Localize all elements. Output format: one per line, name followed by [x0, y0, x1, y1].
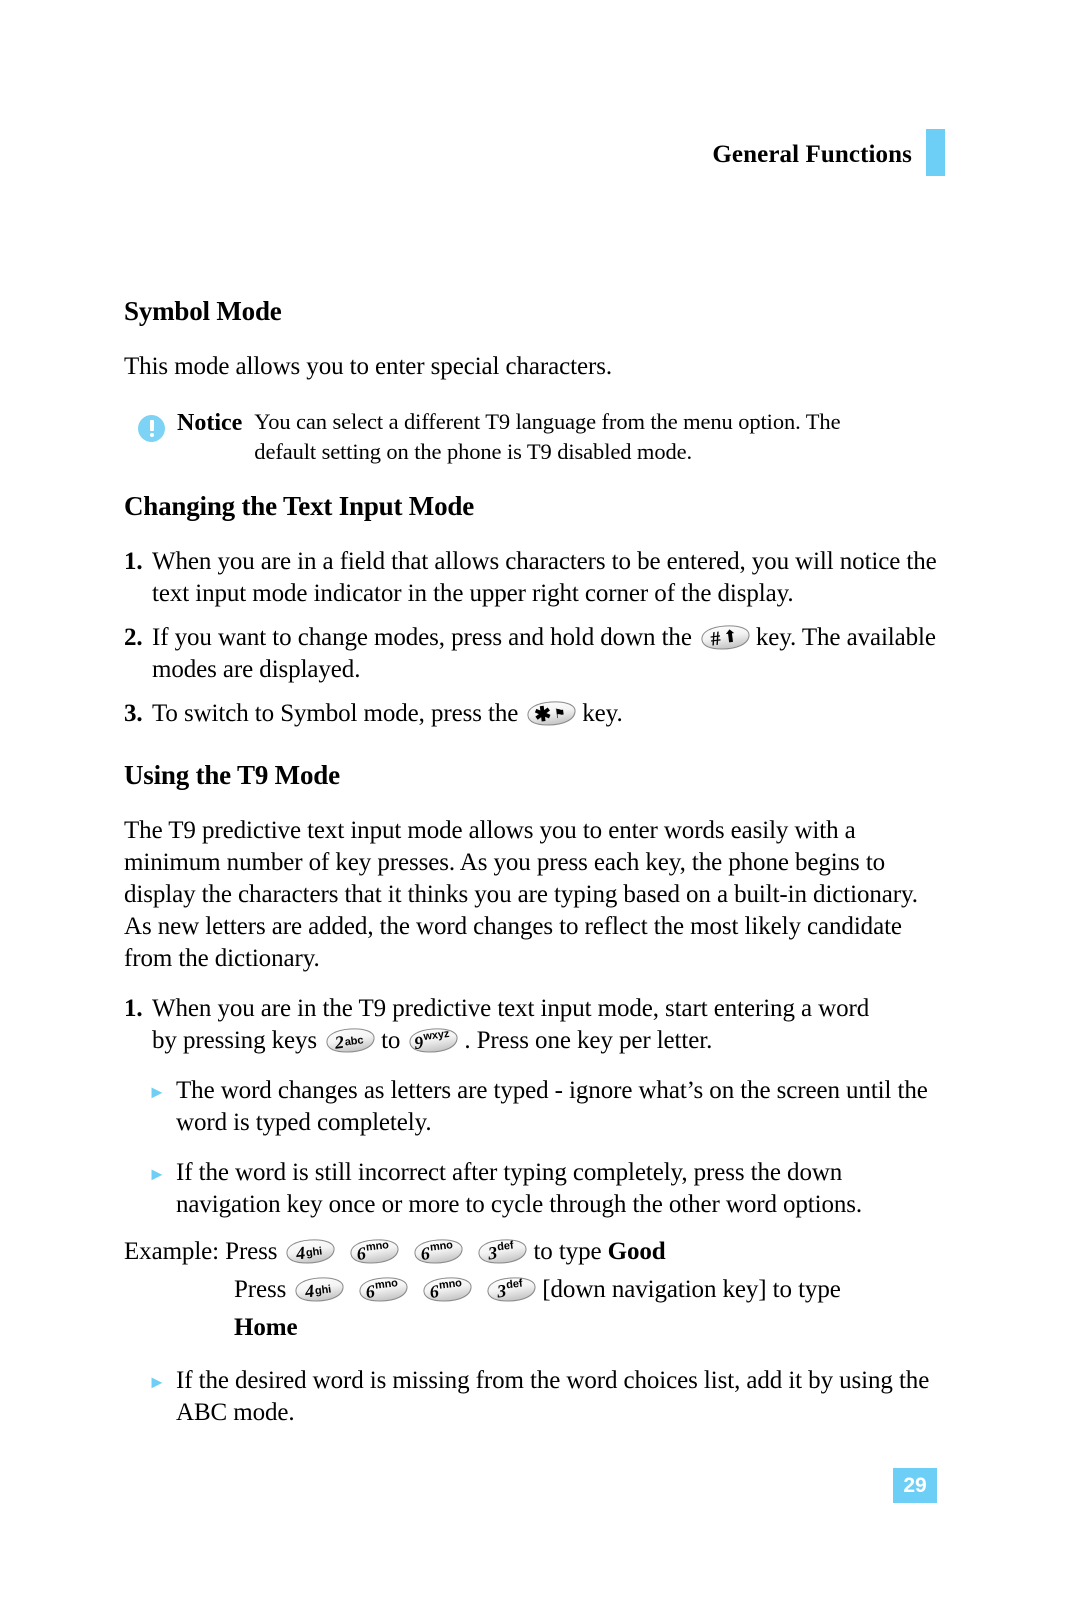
- key-6mno-icon: 6 mno: [417, 1276, 475, 1303]
- heading-changing-text-input-mode: Changing the Text Input Mode: [124, 491, 474, 522]
- step-text-part1: When you are in the T9 predictive text i…: [152, 995, 870, 1023]
- key-6mno-icon: 6 mno: [344, 1238, 402, 1265]
- list-item: 3. To switch to Symbol mode, press the ✱…: [124, 698, 944, 730]
- paragraph-symbol-mode: This mode allows you to enter special ch…: [124, 353, 612, 381]
- example-line-1: Example: Press 4 ghi 6 mno 6 mno 3 def t…: [124, 1233, 944, 1271]
- step-text: When you are in the T9 predictive text i…: [152, 993, 944, 1057]
- step-text: To switch to Symbol mode, press the ✱ ⚑ …: [152, 698, 944, 730]
- key-3def-icon: 3 def: [472, 1238, 530, 1265]
- list-item: 1. When you are in the T9 predictive tex…: [124, 993, 944, 1057]
- example-tail: to type: [533, 1238, 602, 1266]
- key-secondary-glyph: ⚑: [553, 705, 567, 722]
- key-letters: mno: [429, 1239, 454, 1254]
- key-shift-arrow-icon: ⬆: [722, 626, 739, 648]
- page-title: General Functions: [712, 141, 912, 168]
- key-letters: abc: [344, 1034, 365, 1049]
- notice-label: Notice: [177, 410, 243, 437]
- changing-mode-steps: 1. When you are in a field that allows c…: [124, 546, 944, 730]
- step-text-before: To switch to Symbol mode, press the: [152, 700, 519, 728]
- list-item: ► If the word is still incorrect after t…: [148, 1157, 944, 1221]
- key-letters: mno: [438, 1277, 463, 1292]
- paragraph-using-t9: The T9 predictive text input mode allows…: [124, 817, 918, 973]
- header-accent-bar: [926, 129, 945, 176]
- bullet-text: The word changes as letters are typed - …: [176, 1077, 928, 1137]
- bullet-text: If the desired word is missing from the …: [176, 1367, 930, 1427]
- step-text-before: If you want to change modes, press and h…: [152, 624, 692, 652]
- key-letters: def: [505, 1277, 524, 1292]
- page-number-badge: 29: [893, 1468, 937, 1503]
- key-letters: ghi: [305, 1245, 324, 1260]
- key-symbol: #: [709, 627, 722, 651]
- key-6mno-icon: 6 mno: [408, 1238, 466, 1265]
- list-item: ► If the desired word is missing from th…: [148, 1365, 944, 1429]
- list-item: ► The word changes as letters are typed …: [148, 1075, 944, 1139]
- step-text: If you want to change modes, press and h…: [152, 622, 944, 686]
- list-item: 2. If you want to change modes, press an…: [124, 622, 944, 686]
- key-2abc-icon: 2 abc: [320, 1027, 378, 1054]
- key-letters: wxyz: [423, 1028, 451, 1044]
- step-number: 1.: [124, 548, 143, 576]
- key-4ghi-icon: 4 ghi: [289, 1276, 347, 1303]
- example-word-home: Home: [234, 1314, 298, 1342]
- page-content: Symbol Mode This mode allows you to ente…: [124, 296, 944, 1429]
- key-3def-icon: 3 def: [481, 1276, 539, 1303]
- step-number: 2.: [124, 624, 143, 652]
- step-text-part2: by pressing keys: [152, 1027, 318, 1055]
- step-text-part3: to: [381, 1027, 401, 1055]
- step-number: 3.: [124, 700, 143, 728]
- key-6mno-icon: 6 mno: [353, 1276, 411, 1303]
- notice-callout: Notice You can select a different T9 lan…: [138, 407, 944, 467]
- key-letters: ghi: [314, 1283, 333, 1298]
- key-9wxyz-icon: 9 wxyz: [403, 1027, 461, 1054]
- bullet-text: If the word is still incorrect after typ…: [176, 1159, 863, 1219]
- step-text-part4: . Press one key per letter.: [464, 1027, 713, 1055]
- key-digit: 2: [333, 1031, 345, 1053]
- example-line-2: Press 4 ghi 6 mno 6 mno 3 def [down navi…: [124, 1271, 944, 1309]
- star-symbol-key-icon: ✱ ⚑: [521, 700, 579, 727]
- key-digit: 4: [295, 1242, 307, 1264]
- example-label-2: Press: [234, 1276, 287, 1304]
- example-word-good: Good: [607, 1238, 666, 1266]
- list-item: 1. When you are in a field that allows c…: [124, 546, 944, 610]
- key-letters: mno: [365, 1239, 390, 1254]
- key-digit: 4: [304, 1280, 316, 1302]
- info-circle-icon: [138, 415, 165, 443]
- key-symbol: ✱: [533, 702, 553, 727]
- heading-symbol-mode: Symbol Mode: [124, 296, 282, 326]
- example-block: Example: Press 4 ghi 6 mno 6 mno 3 def t…: [124, 1233, 944, 1347]
- manual-page: General Functions Symbol Mode This mode …: [0, 0, 1080, 1621]
- heading-using-t9-mode: Using the T9 Mode: [124, 760, 340, 791]
- arrow-bullet-icon: ►: [148, 1082, 166, 1103]
- notice-text: You can select a different T9 language f…: [254, 407, 840, 467]
- step-text-after: key.: [582, 700, 623, 728]
- example-line-3: Home: [124, 1309, 944, 1347]
- arrow-bullet-icon: ►: [148, 1372, 166, 1393]
- notice-line-1: You can select a different T9 language f…: [254, 409, 841, 435]
- example-tail-2: [down navigation key] to type: [542, 1276, 841, 1304]
- key-letters: mno: [374, 1277, 399, 1292]
- step-number: 1.: [124, 995, 143, 1023]
- key-letters: def: [497, 1239, 515, 1254]
- arrow-bullet-icon: ►: [148, 1164, 166, 1185]
- hash-shift-key-icon: # ⬆: [695, 624, 753, 651]
- key-4ghi-icon: 4 ghi: [280, 1238, 338, 1265]
- step-text: When you are in a field that allows char…: [152, 548, 937, 608]
- page-header: General Functions: [712, 129, 945, 176]
- example-label: Example: Press: [124, 1238, 278, 1266]
- notice-line-2: default setting on the phone is T9 disab…: [254, 439, 693, 465]
